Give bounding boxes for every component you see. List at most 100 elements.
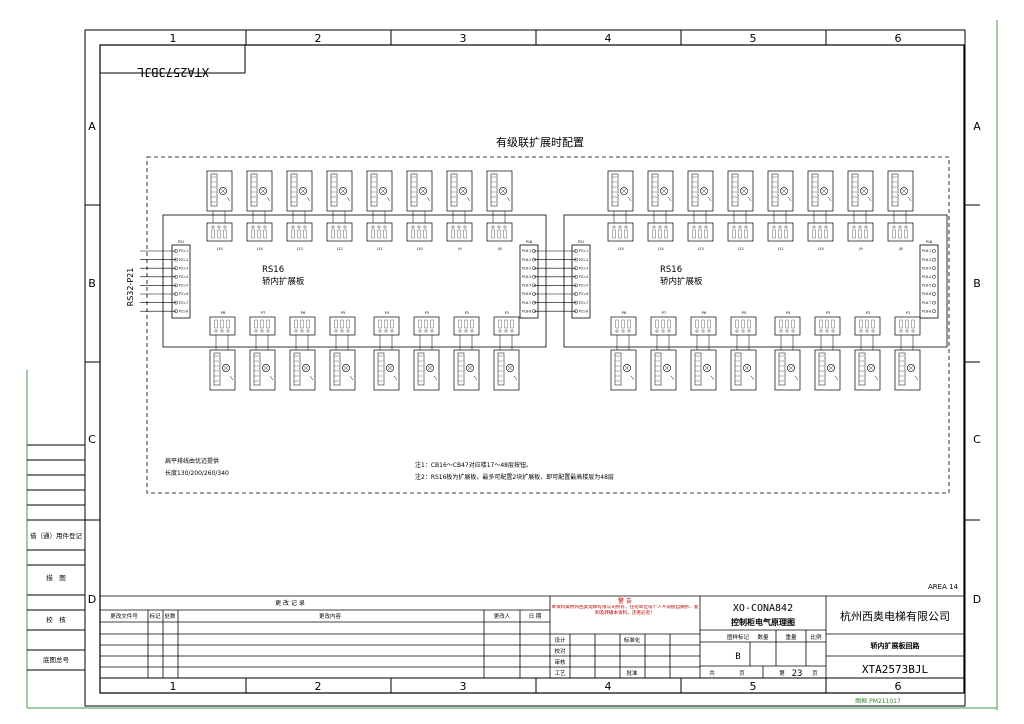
connector-p21-right-pin-label: P21-2 xyxy=(579,258,588,262)
connector-p21-right-pin-label: P21-7 xyxy=(579,301,588,305)
connector-p18-right-pin-label: P18-5 xyxy=(922,284,931,288)
row-letter-left: B xyxy=(88,277,96,290)
bottom-module-left-label: P5 xyxy=(341,311,345,315)
top-module-left: J10 xyxy=(406,170,433,251)
bottom-module-left-label: P7 xyxy=(261,311,265,315)
bottom-module-right-label: P6 xyxy=(702,311,706,315)
connector-p18-right-pin-label: P18-8 xyxy=(922,309,931,313)
connector-p21-left-pin-label: P21-6 xyxy=(179,292,188,296)
bottom-module-left: P3 xyxy=(413,311,440,391)
top-module-left-label: J8 xyxy=(497,247,501,251)
bottom-module-left: P1 xyxy=(493,311,520,391)
connector-p21-right-pin-label: P21-1 xyxy=(579,249,588,253)
bottom-module-right-label: P4 xyxy=(786,311,791,315)
connector-p18-right-pin-label: P18-4 xyxy=(922,275,931,279)
top-module-right-label: J12 xyxy=(737,247,744,251)
connector-p18-left-pin-label: P18-2 xyxy=(522,258,531,262)
top-module-right: J14 xyxy=(647,170,674,251)
top-module-left-label: J10 xyxy=(416,247,423,251)
warning-text-box: 本资料属杭州西奥电梯有限公司所有，任何单位或个人不得擅自摘抄、复制及转播本资料，… xyxy=(551,605,699,616)
connector-p18-left-pin-label: P18-6 xyxy=(522,292,531,296)
column-number-top: 3 xyxy=(460,32,467,45)
top-module-left: J14 xyxy=(246,170,273,251)
row-letter-left: C xyxy=(88,433,96,446)
connector-p21-right xyxy=(571,244,591,319)
top-module-right-label: J8 xyxy=(898,247,902,251)
connector-p21-left-pin-label: P21-1 xyxy=(179,249,188,253)
bottom-module-left: P7 xyxy=(249,311,276,391)
connector-p18-right-pin xyxy=(932,292,936,296)
drawing-number: XO-CONA842 xyxy=(733,603,793,614)
qty-label: 数量 xyxy=(757,633,769,641)
bottom-module-right: P6 xyxy=(690,311,717,391)
cascade-wires xyxy=(140,250,576,312)
connector-p18-right-pin xyxy=(932,249,936,253)
bottom-module-left: P8 xyxy=(209,311,236,391)
connector-p21-left xyxy=(171,244,191,319)
top-module-left-label: J13 xyxy=(296,247,303,251)
connector-p21-left-label: P21 xyxy=(178,240,185,244)
connector-p18-left-pin-label: P18-8 xyxy=(522,309,531,313)
strip-trace: 描 图 xyxy=(46,573,66,582)
top-module-left-label: J14 xyxy=(256,247,263,251)
row-letter-left: A xyxy=(88,120,96,133)
rev-header-content: 更改内容 xyxy=(319,612,342,620)
drawing-title: 控制柜电气原理图 xyxy=(731,617,795,627)
std-label: 标准化 xyxy=(624,636,641,644)
page-number: 23 xyxy=(792,669,803,679)
total-sheet-word: 页 xyxy=(739,670,745,677)
left-board-line2: 轿内扩展板 xyxy=(262,276,305,287)
warning-title: 警 告 xyxy=(618,597,632,605)
mirrored-code: XTA2573BJL xyxy=(137,65,209,79)
column-number-bottom: 3 xyxy=(460,680,467,693)
row-letter-right: B xyxy=(973,277,981,290)
stage-label: 图样标记 xyxy=(727,633,750,641)
column-number-top: 6 xyxy=(895,32,902,45)
connector-p21-left-pin-label: P21-7 xyxy=(179,301,188,305)
scale-label: 比例 xyxy=(810,633,822,641)
connector-p18-right-pin-label: P18-3 xyxy=(922,266,931,270)
strip-borrow-register: 借（通）用件登记 xyxy=(30,531,83,540)
top-module-left-label: J9 xyxy=(457,247,461,251)
top-module-left: J13 xyxy=(286,170,313,251)
sheet-name: 轿内扩展板回路 xyxy=(871,641,921,650)
sheet-code: XTA2573BJL xyxy=(862,663,929,676)
button-modules: J15 J14 J13 J12 J11 J10 J9 J8 P8 P7 P6 P5 P4 P3 P2 P1 J1… xyxy=(206,170,921,391)
top-module-left: J15 xyxy=(206,170,233,251)
row-letter-left: D xyxy=(88,593,96,606)
bottom-module-left-label: P8 xyxy=(221,311,225,315)
top-module-right: J13 xyxy=(687,170,714,251)
rev-header-date: 日 期 xyxy=(529,613,542,620)
connector-p21-right-pin-label: P21-4 xyxy=(579,275,588,279)
warning-text: 本资料属杭州西奥电梯有限公司所有，任何单位或个人不得擅自摘抄、复制及转播本资料，… xyxy=(551,605,699,616)
top-module-left: J8 xyxy=(486,170,513,251)
bottom-module-left-label: P2 xyxy=(465,311,469,315)
company-name: 杭州西奥电梯有限公司 xyxy=(840,609,950,623)
stage-value: B xyxy=(735,652,740,662)
top-module-right-label: J13 xyxy=(697,247,704,251)
top-module-left: J11 xyxy=(366,170,393,251)
sign-proof: 校对 xyxy=(554,647,566,655)
connector-p18-left xyxy=(519,244,539,319)
connector-p18-right-pin xyxy=(932,257,936,262)
top-module-right: J12 xyxy=(727,170,754,251)
connector-p18-right-pin-label: P18-6 xyxy=(922,292,931,296)
connector-p21-right-pin-label: P21-8 xyxy=(579,309,588,313)
connector-p21-right-label: P21 xyxy=(578,240,585,244)
bottom-module-right-label: P2 xyxy=(866,311,870,315)
right-board-line1: RS16 xyxy=(660,265,682,275)
bottom-module-right: P5 xyxy=(730,311,757,391)
bottom-module-right: P2 xyxy=(854,311,881,391)
sign-review: 审核 xyxy=(554,658,566,666)
schematic-sheet: 123456 123456 ABCD ABCD XTA2573BJL 借（通）用… xyxy=(26,20,998,710)
top-module-right: J8 xyxy=(887,170,914,251)
strip-check: 校 核 xyxy=(46,615,66,624)
connector-p18-left-pin-label: P18-4 xyxy=(522,275,531,279)
note-cable-1: 扁平排线由优迈提供 xyxy=(165,457,219,465)
bottom-module-right: P8 xyxy=(610,311,637,391)
sign-design: 设计 xyxy=(554,636,566,644)
bottom-module-right-label: P1 xyxy=(906,311,910,315)
top-module-right: J10 xyxy=(807,170,834,251)
connector-p21-right-pin-label: P21-6 xyxy=(579,292,588,296)
bottom-module-right-label: P7 xyxy=(662,311,666,315)
